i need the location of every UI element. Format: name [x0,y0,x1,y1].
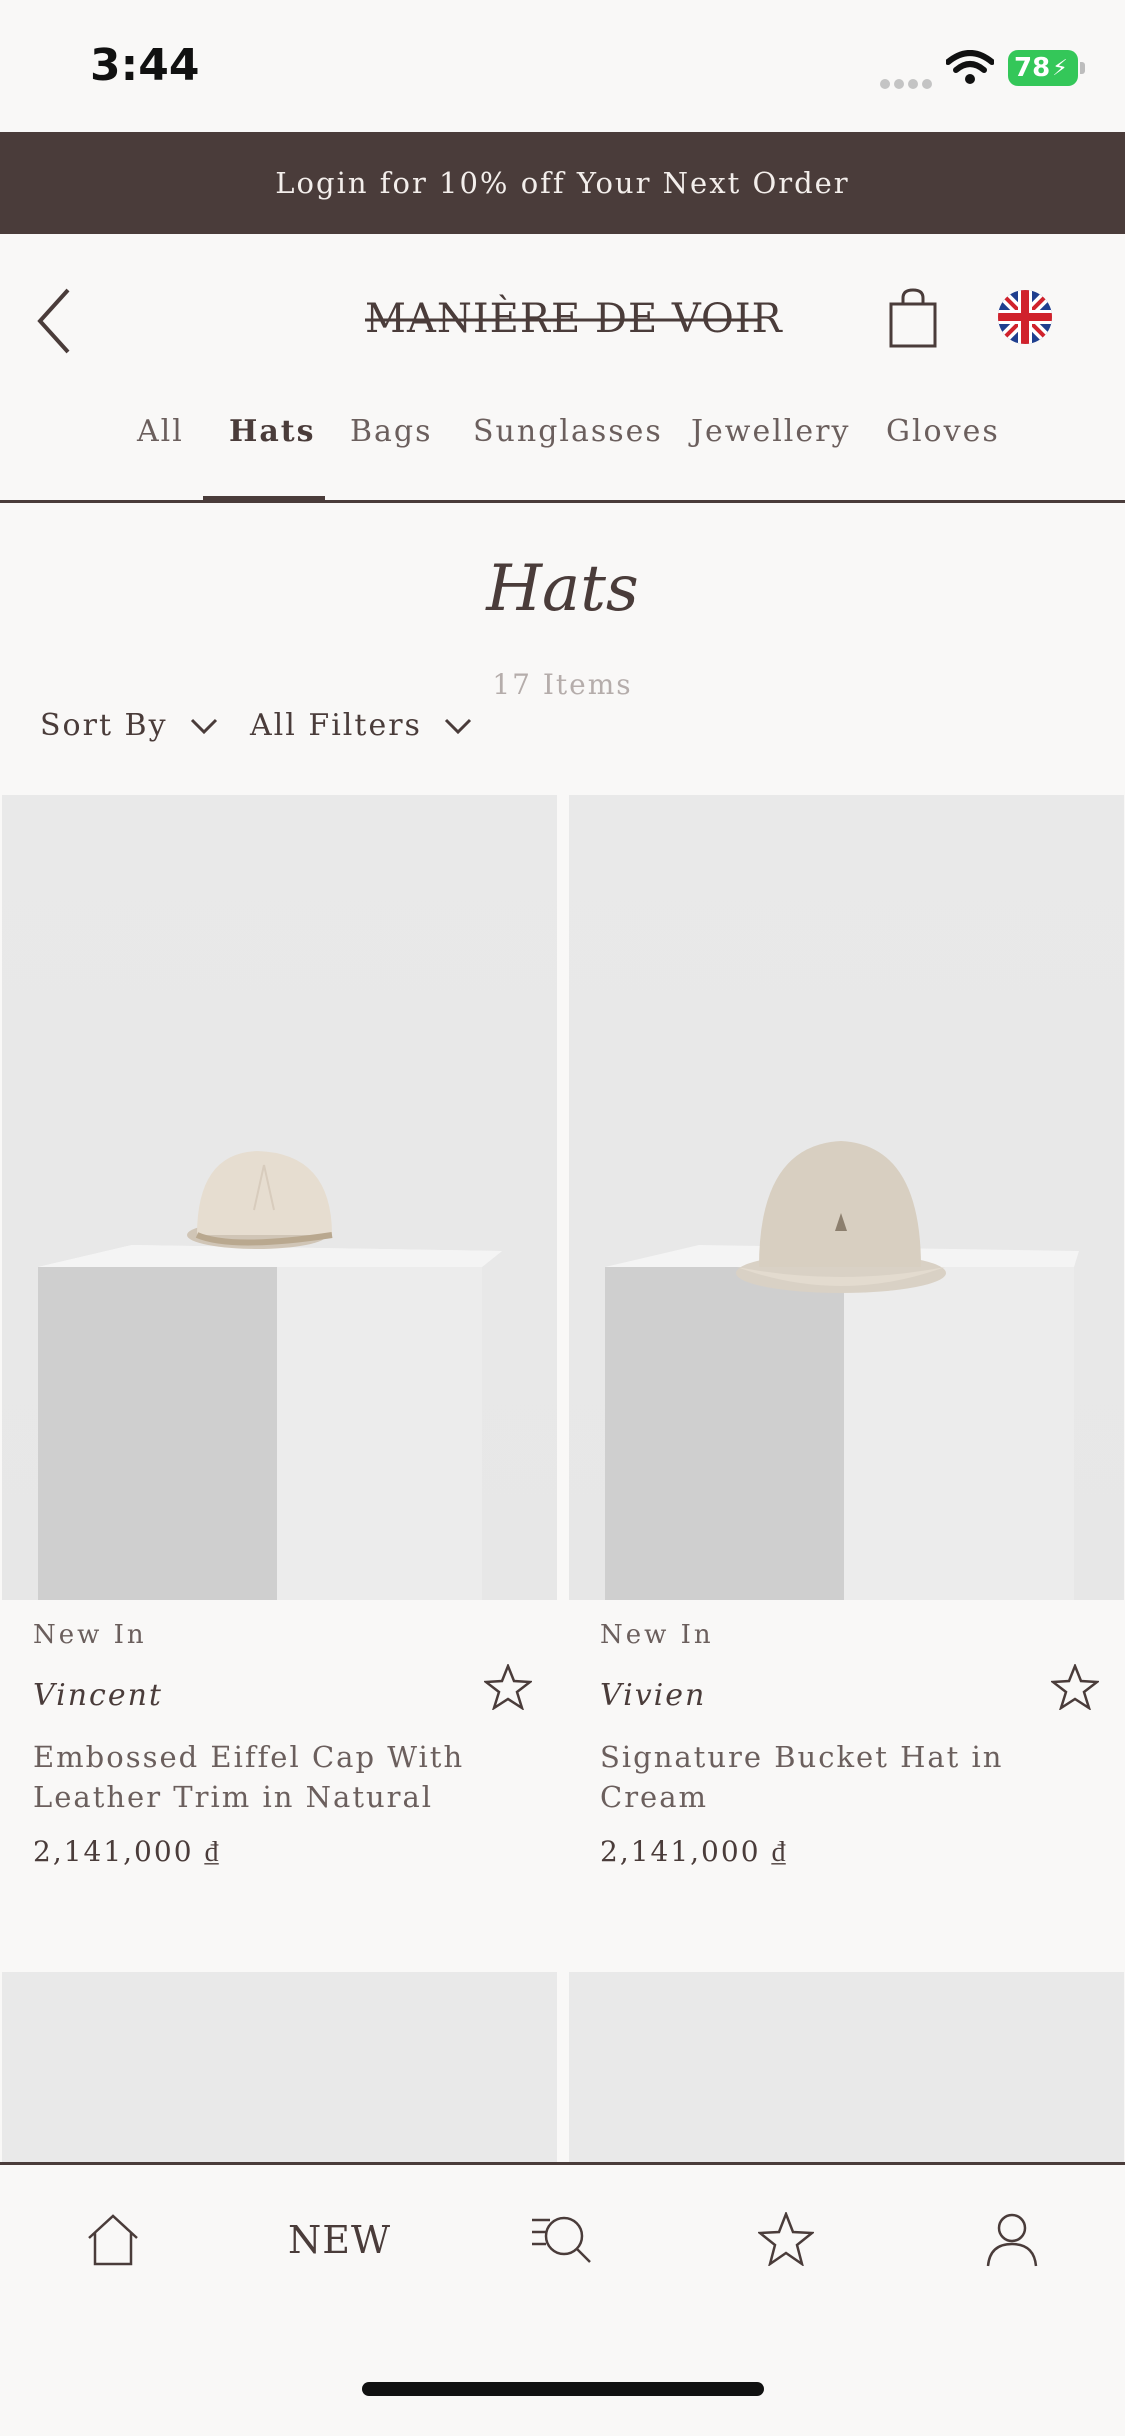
product-card-info[interactable]: New In Vivien Signature Bucket Hat in Cr… [600,1620,1120,1869]
sort-by-dropdown[interactable]: Sort By [40,708,218,743]
shopping-bag-icon[interactable] [888,288,938,352]
bottom-navigation: NEW [0,2162,1125,2436]
product-image[interactable] [569,1972,1124,2172]
cellular-signal-icon [880,74,936,93]
product-image[interactable] [2,1972,557,2172]
tab-gloves[interactable]: Gloves [886,414,1000,449]
new-in-badge: New In [33,1620,147,1650]
battery-nub [1080,62,1085,74]
home-icon[interactable] [85,2212,141,2272]
battery-indicator: 78 ⚡ [1008,50,1078,86]
charging-icon: ⚡ [1052,55,1068,81]
battery-level: 78 [1014,53,1051,83]
account-user-icon[interactable] [985,2212,1039,2272]
tab-sunglasses[interactable]: Sunglasses [473,414,663,449]
tab-all[interactable]: All [137,414,184,449]
wifi-icon [945,50,995,90]
new-in-badge: New In [600,1620,714,1650]
favorite-star-icon[interactable] [482,1662,534,1714]
brand-logo[interactable]: MANIÈRE DE VOIR [365,296,782,342]
chevron-down-icon [190,718,217,734]
search-icon[interactable] [530,2212,594,2272]
uk-flag-icon[interactable] [997,289,1053,349]
header: MANIÈRE DE VOIR [0,234,1125,384]
promo-banner[interactable]: Login for 10% off Your Next Order [0,132,1125,234]
cap-on-pedestal-image [38,1151,502,1600]
product-name: Vincent [33,1678,163,1713]
all-filters-label: All Filters [250,708,422,743]
category-tabs: All Hats Bags Sunglasses Jewellery Glove… [0,384,1125,503]
wishlist-star-icon[interactable] [756,2210,816,2270]
product-image[interactable] [2,795,557,1600]
status-bar: 3:44 78 ⚡ [0,0,1125,132]
bucket-hat-on-pedestal-image [605,1141,1079,1600]
product-description: Embossed Eiffel Cap With Leather Trim in… [33,1740,465,1814]
tab-hats[interactable]: Hats [229,414,316,449]
back-chevron-icon[interactable] [34,286,74,360]
tab-bags[interactable]: Bags [350,414,433,449]
product-price: 2,141,000 ₫ [600,1835,788,1868]
item-count: 17 Items [492,668,633,701]
favorite-star-icon[interactable] [1049,1662,1101,1714]
chevron-down-icon [444,718,472,734]
sort-by-label: Sort By [40,708,168,743]
tab-jewellery[interactable]: Jewellery [691,414,850,449]
product-price: 2,141,000 ₫ [33,1835,221,1868]
promo-text: Login for 10% off Your Next Order [275,166,850,200]
product-card-info[interactable]: New In Vincent Embossed Eiffel Cap With … [33,1620,553,1869]
nav-new-link[interactable]: NEW [288,2218,391,2262]
tabs-divider [0,500,1125,503]
status-time: 3:44 [90,40,200,91]
page-title: Hats [486,552,639,626]
all-filters-dropdown[interactable]: All Filters [250,708,472,743]
product-description: Signature Bucket Hat in Cream [600,1740,1004,1814]
product-name: Vivien [600,1678,707,1713]
bottom-nav-divider [0,2162,1125,2165]
home-indicator[interactable] [362,2382,764,2396]
product-image[interactable] [569,795,1124,1600]
brand-name: MANIÈRE DE VOIR [365,296,783,342]
